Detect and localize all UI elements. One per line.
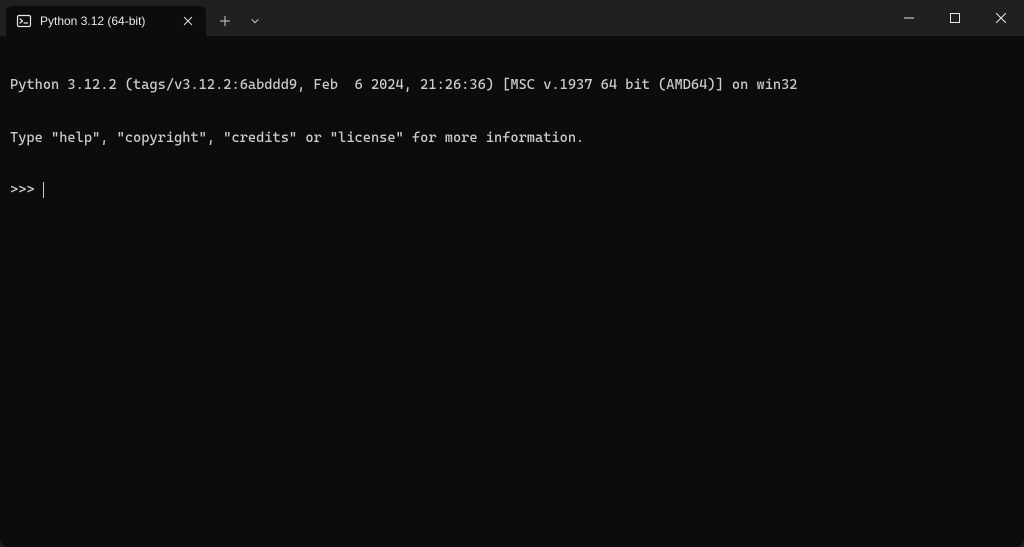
tab-actions: [206, 0, 270, 36]
output-line: Python 3.12.2 (tags/v3.12.2:6abddd9, Feb…: [10, 77, 1014, 95]
close-icon[interactable]: [180, 13, 196, 29]
output-line: Type "help", "copyright", "credits" or "…: [10, 130, 1014, 148]
terminal-window: Python 3.12 (64-bit): [0, 0, 1024, 547]
tab-dropdown-button[interactable]: [240, 6, 270, 36]
window-controls: [886, 0, 1024, 36]
minimize-button[interactable]: [886, 0, 932, 36]
prompt: >>>: [10, 182, 43, 200]
terminal-icon: [16, 13, 32, 29]
tab-title: Python 3.12 (64-bit): [40, 14, 172, 28]
titlebar-drag-region[interactable]: [270, 0, 886, 36]
titlebar[interactable]: Python 3.12 (64-bit): [0, 0, 1024, 36]
tab-group: Python 3.12 (64-bit): [0, 0, 206, 36]
terminal-body[interactable]: Python 3.12.2 (tags/v3.12.2:6abddd9, Feb…: [0, 36, 1024, 547]
new-tab-button[interactable]: [210, 6, 240, 36]
prompt-line: >>>: [10, 182, 1014, 200]
close-button[interactable]: [978, 0, 1024, 36]
tab-python[interactable]: Python 3.12 (64-bit): [6, 6, 206, 36]
maximize-button[interactable]: [932, 0, 978, 36]
cursor: [43, 182, 44, 198]
